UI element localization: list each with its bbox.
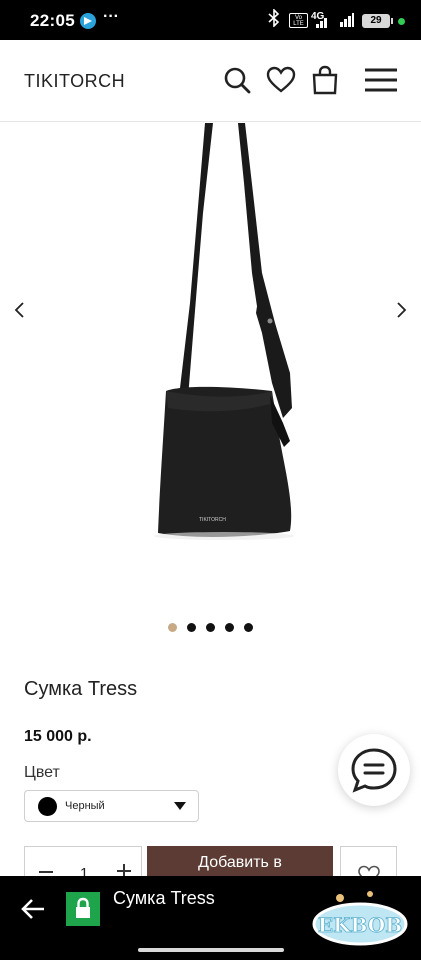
gallery-dot-1[interactable]	[168, 623, 177, 632]
brand-logo[interactable]: TIKITORCH	[24, 71, 125, 92]
status-bar: 22:05 ··· Vo LTE 4G 29	[0, 0, 421, 40]
back-arrow-icon[interactable]	[20, 898, 46, 920]
chat-button[interactable]	[338, 734, 410, 806]
gallery-dot-4[interactable]	[225, 623, 234, 632]
chat-icon	[351, 748, 397, 793]
product-title: Сумка Tress	[24, 678, 138, 700]
heart-icon[interactable]	[265, 64, 297, 96]
gallery-pagination	[0, 619, 421, 632]
color-select-value: Черный	[65, 800, 105, 812]
gallery-dot-5[interactable]	[244, 623, 253, 632]
home-indicator[interactable]	[138, 948, 284, 952]
secure-lock-icon[interactable]	[66, 892, 100, 926]
watermark-text: EKBOB	[318, 913, 402, 937]
bag-brand-label: TIKITORCH	[199, 517, 226, 523]
gallery-dot-3[interactable]	[206, 623, 215, 632]
chevron-down-icon	[174, 802, 186, 810]
browser-page-title[interactable]: Сумка Tress	[113, 888, 215, 909]
quantity-decrease-button[interactable]	[39, 871, 53, 873]
search-icon[interactable]	[221, 64, 253, 96]
battery-indicator: 29	[362, 14, 393, 28]
color-swatch	[38, 797, 57, 816]
product-image: TIKITORCH	[154, 123, 294, 540]
volte-badge: Vo LTE	[289, 13, 308, 28]
menu-icon[interactable]	[363, 64, 399, 96]
signal-strength-icon	[340, 13, 354, 27]
product-gallery[interactable]: TIKITORCH	[0, 123, 421, 653]
more-notifications-icon: ···	[103, 8, 119, 25]
status-time: 22:05	[30, 11, 75, 30]
site-header: TIKITORCH	[0, 40, 421, 122]
gallery-next-arrow[interactable]	[390, 299, 412, 321]
ekbob-watermark: EKBOB	[310, 888, 410, 948]
color-select[interactable]: Черный	[24, 790, 199, 822]
product-price: 15 000 р.	[24, 728, 92, 745]
privacy-dot	[398, 18, 405, 25]
color-label: Цвет	[24, 764, 60, 781]
telegram-icon	[80, 13, 96, 29]
gallery-prev-arrow[interactable]	[9, 299, 31, 321]
shopping-bag-icon[interactable]	[309, 64, 341, 96]
gallery-dot-2[interactable]	[187, 623, 196, 632]
bluetooth-icon	[268, 8, 280, 32]
signal-icon	[316, 18, 328, 28]
